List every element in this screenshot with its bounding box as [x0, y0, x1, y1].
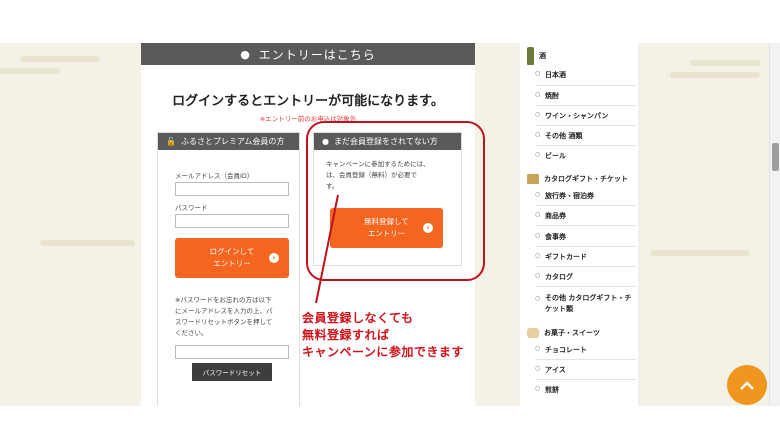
sidebar-item[interactable]: ○ ギフトカード: [535, 252, 635, 262]
category-gift-ticket[interactable]: カタログギフト・チケット: [527, 174, 628, 184]
reset-note-line: ください。: [175, 329, 208, 337]
scroll-to-top-button[interactable]: [727, 365, 767, 405]
sweets-icon: [527, 328, 539, 338]
sidebar-item-label: 煎餅: [545, 386, 559, 394]
scrollbar-thumb[interactable]: [772, 143, 779, 171]
sake-bottle-icon: [527, 47, 534, 65]
sidebar-item-label: ギフトカード: [545, 253, 587, 261]
sidebar-item-label: アイス: [545, 366, 566, 374]
cloud-decoration: [670, 72, 760, 78]
login-box-header: 🔓 ふるさとプレミアム会員の方: [158, 133, 299, 150]
annotation-line: 会員登録しなくても: [302, 311, 414, 325]
category-label: カタログギフト・チケット: [544, 175, 628, 183]
sidebar-item-label: チョコレート: [545, 346, 587, 354]
password-label: パスワード: [175, 204, 208, 212]
lock-icon: 🔓: [166, 137, 176, 146]
divider: [535, 145, 636, 146]
sidebar-item[interactable]: ○ 食事券: [535, 232, 635, 242]
divider: [535, 205, 636, 206]
chevron-up-icon: [740, 381, 754, 390]
cloud-decoration: [40, 240, 135, 246]
login-box: 🔓 ふるさとプレミアム会員の方 メールアドレス（会員ID） パスワード ログイン…: [157, 132, 300, 406]
sidebar-item-label: カタログ: [545, 273, 573, 281]
sidebar-item[interactable]: ○ その他 カタログギフト・チケット類: [535, 293, 635, 315]
divider: [535, 125, 636, 126]
sidebar-item-label: 焼酎: [545, 92, 559, 100]
login-entry-button[interactable]: ログインして エントリー ›: [175, 238, 289, 278]
password-reset-button[interactable]: パスワードリセット: [192, 363, 272, 381]
reset-note-line: スワードリセットボタンを押して: [175, 318, 273, 326]
divider: [535, 225, 636, 226]
divider: [535, 85, 636, 86]
entry-header: ● エントリーはこちら: [141, 43, 475, 65]
divider: [535, 286, 636, 287]
sidebar-item-label: その他 カタログギフト・チケット類: [545, 294, 632, 313]
gift-ticket-icon: [527, 174, 539, 184]
password-field[interactable]: [175, 214, 289, 228]
annotation-text: 会員登録しなくても 無料登録すれば キャンペーンに参加できます: [302, 310, 464, 361]
reset-note-line: にメールアドレスを入力の上、パ: [175, 307, 273, 315]
annotation-line: 無料登録すれば: [302, 328, 390, 342]
divider: [535, 266, 636, 267]
sidebar-item[interactable]: ○ 旅行券・宿泊券: [535, 191, 635, 201]
scrollbar[interactable]: [769, 43, 780, 406]
sidebar-item-label: ワイン・シャンパン: [545, 112, 609, 120]
sidebar-item-label: 商品券: [545, 212, 566, 220]
page-title: ログインするとエントリーが可能になります。: [172, 94, 444, 109]
divider: [535, 359, 636, 360]
reset-note-line: ※パスワードをお忘れの方は以下: [175, 296, 272, 304]
cloud-decoration: [650, 250, 750, 256]
email-field[interactable]: [175, 182, 289, 196]
login-button-line2: エントリー: [213, 259, 251, 268]
divider: [535, 379, 636, 380]
cloud-decoration: [0, 68, 60, 74]
reset-email-field[interactable]: [175, 345, 289, 359]
arrow-right-icon: ›: [269, 253, 279, 263]
category-sake[interactable]: 酒: [527, 47, 546, 65]
sidebar-item[interactable]: ○ チョコレート: [535, 345, 635, 355]
category-sidebar: 酒 ○ 日本酒 ○ 焼酎 ○ ワイン・シャンパン ○ その他 酒類 ○ ビール カタログギ…: [519, 43, 639, 406]
entry-header-title: エントリーはこちら: [258, 47, 376, 62]
sidebar-item[interactable]: ○ 煎餅: [535, 385, 635, 395]
annotation-highlight: [306, 121, 485, 281]
cloud-decoration: [690, 60, 760, 66]
divider: [535, 246, 636, 247]
sidebar-item-label: その他 酒類: [545, 132, 583, 140]
login-button-line1: ログインして: [209, 247, 255, 256]
sidebar-item-label: 旅行券・宿泊券: [545, 192, 594, 200]
sidebar-item-label: 食事券: [545, 233, 566, 241]
category-sweets[interactable]: お菓子・スイーツ: [527, 328, 600, 338]
annotation-line: キャンペーンに参加できます: [302, 345, 464, 359]
sidebar-item-label: ビール: [545, 152, 566, 160]
email-label: メールアドレス（会員ID）: [175, 172, 254, 180]
sidebar-item-label: 日本酒: [545, 71, 566, 79]
category-label: 酒: [539, 52, 546, 60]
login-box-title: ふるさとプレミアム会員の方: [180, 137, 285, 146]
sidebar-item[interactable]: ○ 商品券: [535, 211, 635, 221]
sidebar-item[interactable]: ○ ビール: [535, 151, 635, 161]
divider: [535, 105, 636, 106]
sidebar-item[interactable]: ○ アイス: [535, 365, 635, 375]
reset-note: ※パスワードをお忘れの方は以下 にメールアドレスを入力の上、パ スワードリセット…: [175, 295, 295, 339]
sidebar-item[interactable]: ○ カタログ: [535, 272, 635, 282]
sidebar-item[interactable]: ○ 日本酒: [535, 70, 635, 80]
category-label: お菓子・スイーツ: [544, 329, 600, 337]
person-icon: ●: [240, 47, 251, 61]
sidebar-item[interactable]: ○ その他 酒類: [535, 131, 635, 141]
cloud-decoration: [20, 56, 100, 62]
sidebar-item[interactable]: ○ ワイン・シャンパン: [535, 111, 635, 121]
sidebar-item[interactable]: ○ 焼酎: [535, 91, 635, 101]
